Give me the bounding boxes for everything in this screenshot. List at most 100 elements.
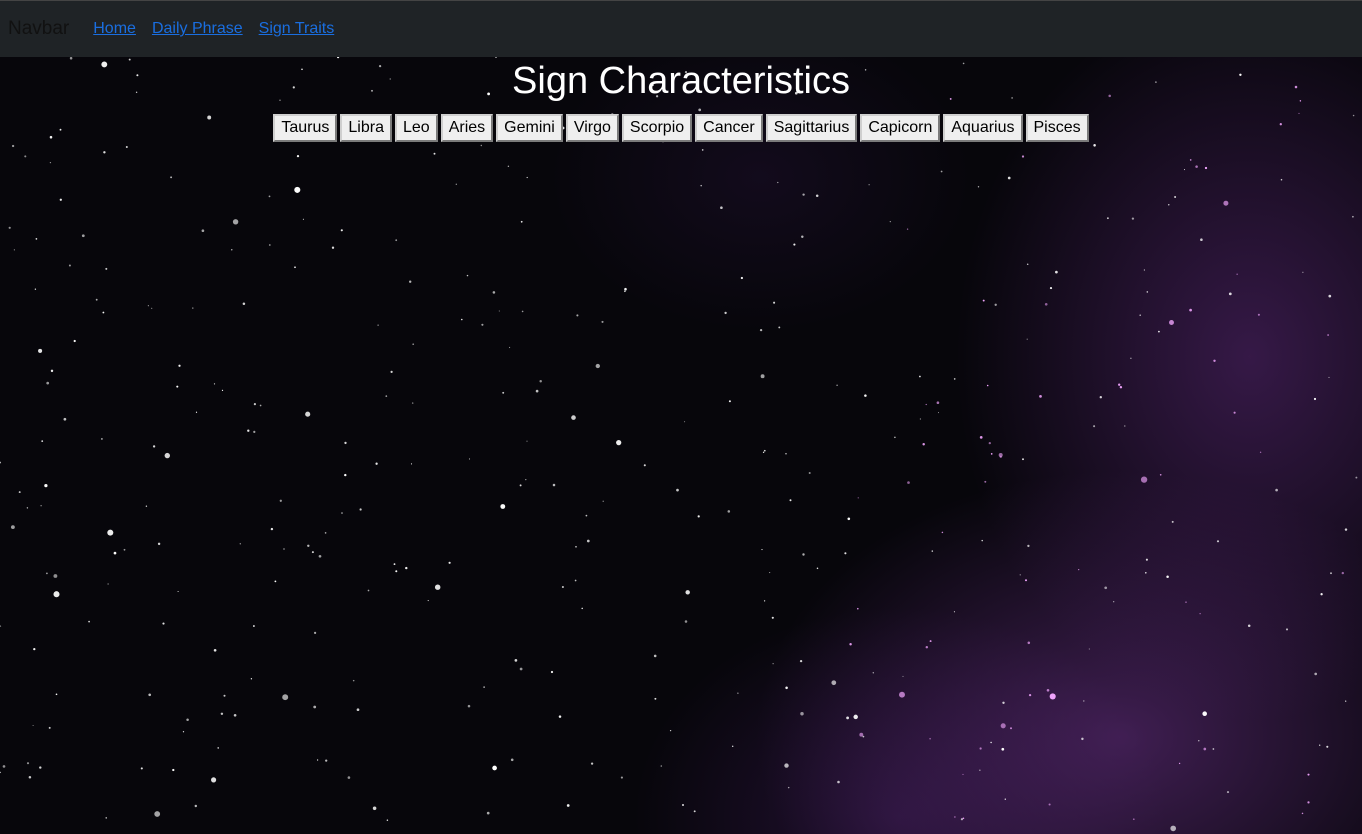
star (977, 186, 980, 188)
star (816, 567, 819, 570)
star (1307, 773, 1310, 776)
star (1124, 425, 1126, 427)
star (1189, 159, 1192, 161)
star (305, 411, 311, 417)
star (1026, 263, 1029, 266)
star (316, 759, 319, 761)
star (1145, 558, 1148, 561)
sign-button-virgo[interactable]: Virgo (565, 114, 619, 142)
star (1275, 488, 1278, 492)
star (857, 497, 859, 499)
star (157, 542, 161, 546)
star (211, 777, 217, 783)
sign-button-sagittarius[interactable]: Sagittarius (765, 114, 858, 142)
star (720, 206, 723, 210)
star (26, 762, 30, 765)
star (1140, 476, 1148, 483)
star (1168, 204, 1170, 206)
star (847, 517, 851, 521)
star (1158, 330, 1160, 333)
star (461, 318, 463, 321)
star (1216, 540, 1220, 543)
sign-button-scorpio[interactable]: Scorpio (621, 114, 693, 142)
star (201, 229, 205, 233)
star (979, 747, 982, 750)
sign-button-gemini[interactable]: Gemini (496, 114, 563, 142)
star-field (0, 57, 1358, 832)
sign-button-cancer[interactable]: Cancer (695, 114, 763, 142)
sign-button-aries[interactable]: Aries (440, 114, 494, 142)
star (979, 769, 981, 771)
star (279, 499, 282, 502)
star (1007, 176, 1011, 180)
star (313, 631, 317, 635)
navbar-brand[interactable]: Navbar (8, 18, 69, 40)
star (239, 543, 241, 545)
star (1247, 624, 1251, 628)
star (311, 551, 314, 554)
star (922, 443, 925, 446)
star (1143, 269, 1146, 271)
star (33, 647, 36, 651)
star (654, 697, 657, 700)
star (1212, 748, 1215, 750)
star (1178, 762, 1181, 765)
star (793, 243, 796, 246)
star (773, 301, 776, 304)
star (352, 679, 355, 682)
star (283, 548, 285, 550)
star (177, 590, 179, 593)
star (981, 539, 983, 542)
sign-button-pisces[interactable]: Pisces (1025, 114, 1089, 142)
star (1280, 178, 1283, 181)
star (18, 491, 21, 494)
star (1118, 383, 1121, 386)
sign-button-leo[interactable]: Leo (394, 114, 438, 142)
star (1169, 320, 1174, 325)
star (1328, 376, 1330, 378)
star (38, 348, 43, 353)
nav-link-daily-phrase[interactable]: Daily Phrase (152, 20, 243, 38)
star (769, 572, 771, 574)
star (1166, 575, 1169, 578)
sign-button-taurus[interactable]: Taurus (273, 114, 338, 142)
star (331, 246, 335, 249)
star (448, 561, 451, 564)
star (507, 165, 510, 167)
star (178, 364, 181, 367)
star (252, 625, 255, 627)
star (344, 473, 347, 477)
nav-link-home[interactable]: Home (93, 20, 136, 38)
star (220, 712, 224, 716)
nav-link-sign-traits[interactable]: Sign Traits (259, 20, 335, 38)
star (1004, 798, 1006, 800)
star (233, 713, 237, 717)
star (103, 151, 106, 154)
sign-button-aquarius[interactable]: Aquarius (943, 114, 1023, 142)
star (558, 715, 562, 718)
star (1236, 273, 1238, 275)
sign-button-capicorn[interactable]: Capicorn (860, 114, 941, 142)
star (125, 145, 128, 149)
star (789, 499, 792, 502)
star (899, 691, 905, 698)
sign-button-libra[interactable]: Libra (340, 114, 392, 142)
star (1198, 740, 1200, 742)
star (26, 507, 29, 509)
star (676, 488, 679, 492)
star (953, 611, 955, 613)
star (405, 566, 408, 570)
star (1344, 528, 1348, 531)
nav-links: Home Daily Phrase Sign Traits (93, 20, 334, 38)
star (53, 591, 60, 598)
star (1049, 693, 1056, 700)
star (1113, 601, 1115, 603)
star (268, 195, 271, 198)
star (170, 176, 173, 179)
star (468, 458, 471, 460)
star (954, 816, 956, 818)
star (693, 810, 696, 813)
star (998, 453, 1003, 457)
star (1345, 700, 1347, 702)
star (525, 479, 527, 481)
